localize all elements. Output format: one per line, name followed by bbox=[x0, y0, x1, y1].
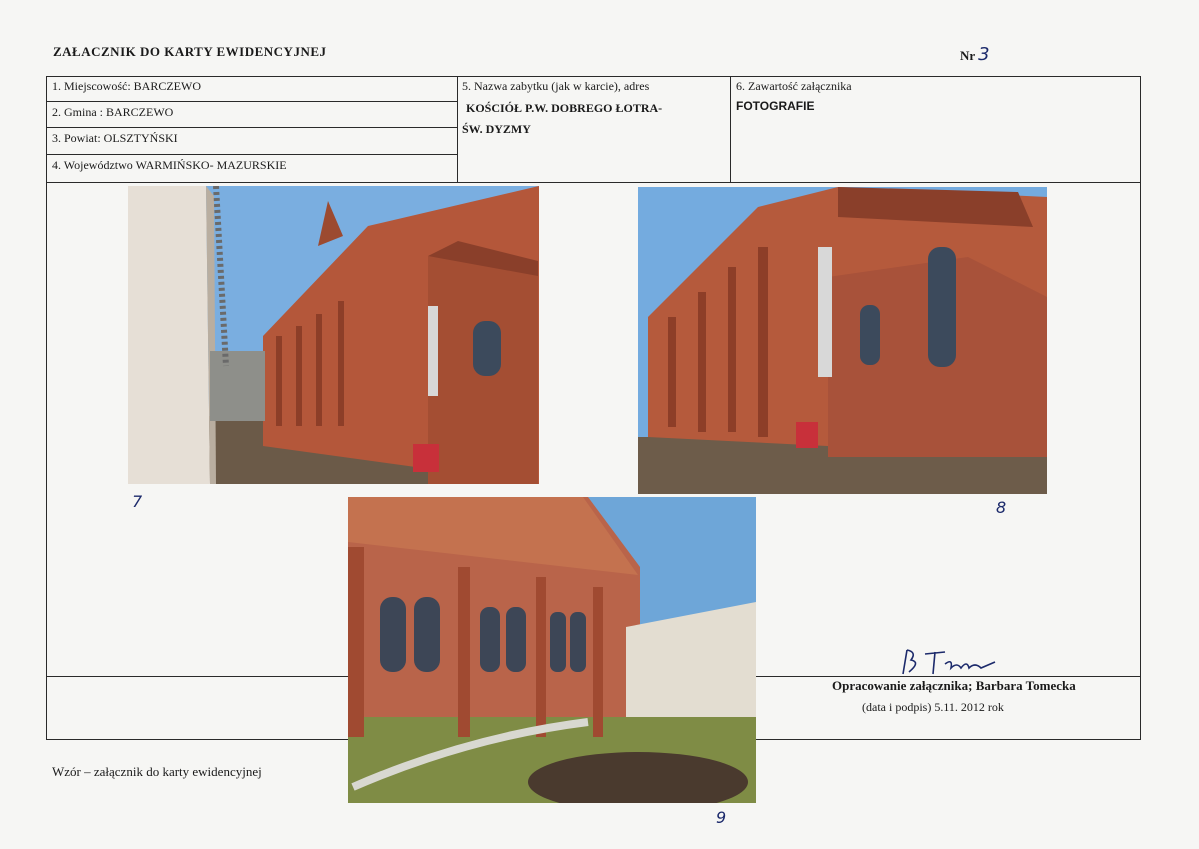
photo-9 bbox=[348, 497, 756, 803]
field-monument-label: 5. Nazwa zabytku (jak w karcie), adres bbox=[462, 79, 650, 93]
church-photo-icon bbox=[348, 497, 756, 803]
photo-8 bbox=[638, 187, 1047, 494]
author-line: Opracowanie załącznika; Barbara Tomecka bbox=[832, 678, 1076, 693]
field-contents-value: FOTOGRAFIE bbox=[736, 99, 815, 113]
signature-icon bbox=[902, 649, 996, 675]
date-line: (data i podpis) 5.11. 2012 rok bbox=[862, 700, 1004, 714]
church-photo-icon bbox=[128, 186, 539, 484]
field-monument-name-line1: KOŚCIÓŁ P.W. DOBREGO ŁOTRA- bbox=[466, 101, 663, 115]
nr-value: 3 bbox=[978, 44, 990, 65]
field-locality: 1. Miejscowość: BARCZEWO bbox=[52, 79, 201, 93]
field-monument-name-line2: ŚW. DYZMY bbox=[462, 122, 531, 136]
field-contents-label: 6. Zawartość załącznika bbox=[736, 79, 852, 93]
photo-7 bbox=[128, 186, 539, 484]
nr-label: Nr bbox=[960, 48, 976, 63]
photo-8-number: 8 bbox=[996, 498, 1007, 517]
church-photo-icon bbox=[638, 187, 1047, 494]
attachment-number: Nr 3 bbox=[960, 44, 990, 65]
field-voivodeship: 4. Województwo WARMIŃSKO- MAZURSKIE bbox=[52, 158, 287, 172]
field-county: 3. Powiat: OLSZTYŃSKI bbox=[52, 131, 178, 145]
photo-9-number: 9 bbox=[716, 808, 727, 827]
photo-7-number: 7 bbox=[132, 492, 143, 511]
document-title: ZAŁACZNIK DO KARTY EWIDENCYJNEJ bbox=[53, 44, 327, 59]
field-commune: 2. Gmina : BARCZEWO bbox=[52, 105, 174, 119]
footer-note: Wzór – załącznik do karty ewidencyjnej bbox=[52, 764, 262, 779]
